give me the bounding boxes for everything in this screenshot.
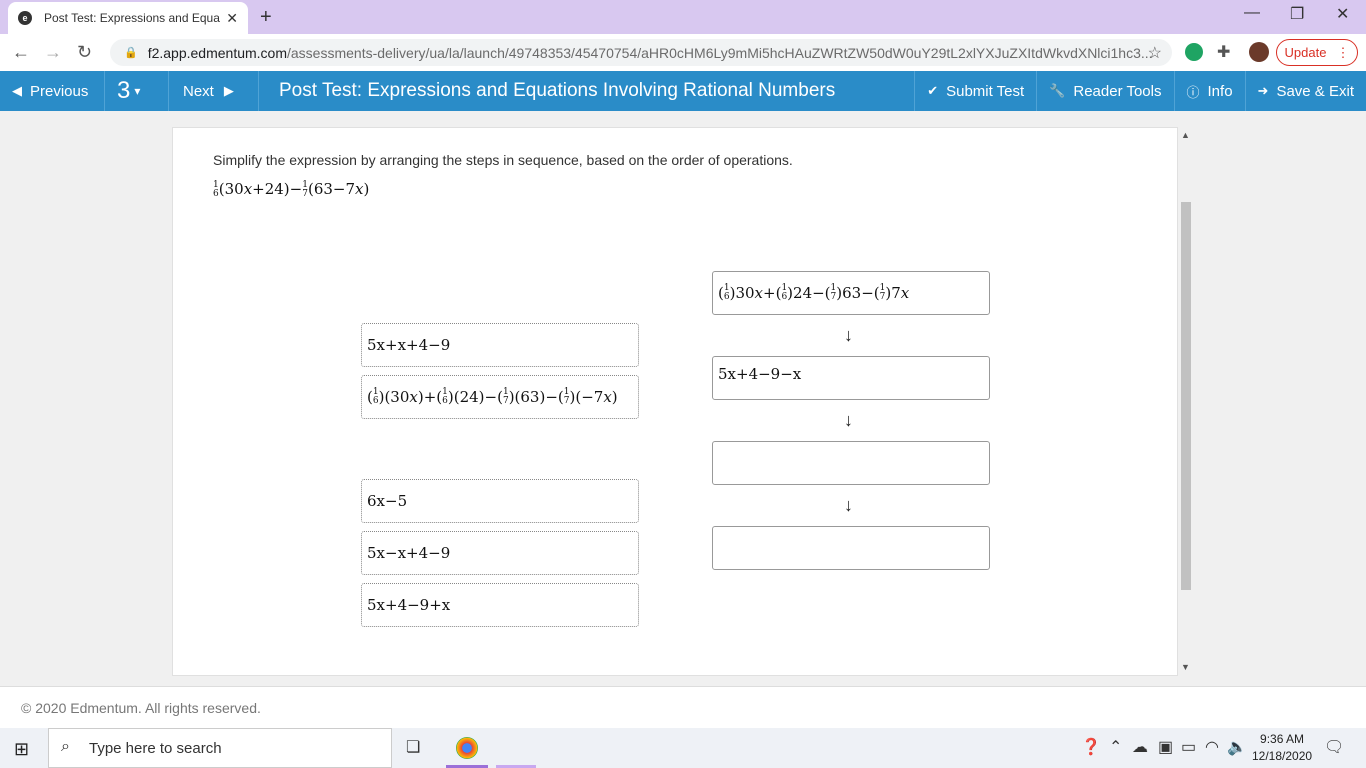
- down-arrow-icon: ↓: [844, 410, 853, 430]
- previous-label: Previous: [30, 82, 89, 100]
- url-field[interactable]: 🔒 f2.app.edmentum.com /assessments-deliv…: [110, 39, 1172, 66]
- action-center-icon[interactable]: 🗨: [1324, 737, 1344, 757]
- chevron-down-icon: ▾: [134, 84, 141, 98]
- more-menu-icon: ⋮: [1336, 44, 1350, 60]
- network-status-icon[interactable]: ☁: [1132, 737, 1148, 757]
- update-label: Update: [1284, 45, 1327, 60]
- close-window-icon[interactable]: ✕: [1336, 4, 1349, 24]
- edmentum-favicon-icon: e: [18, 11, 32, 25]
- update-button[interactable]: Update ⋮: [1276, 39, 1358, 66]
- close-tab-icon[interactable]: ✕: [226, 10, 238, 27]
- content-scrollbar[interactable]: ▲ ▼: [1178, 127, 1194, 676]
- previous-button[interactable]: ◀ Previous: [0, 71, 105, 111]
- save-exit-button[interactable]: ➜ Save & Exit: [1246, 71, 1366, 111]
- new-tab-icon[interactable]: +: [260, 6, 272, 29]
- reader-tools-button[interactable]: 🔧 Reader Tools: [1037, 71, 1175, 111]
- url-host: f2.app.edmentum.com: [147, 44, 287, 61]
- browser-tab[interactable]: e Post Test: Expressions and Equati ✕: [8, 2, 248, 34]
- minimize-icon[interactable]: —: [1244, 4, 1260, 22]
- down-arrow-icon: ↓: [844, 495, 853, 515]
- target-slot-4[interactable]: [712, 526, 990, 570]
- submit-label: Submit Test: [946, 82, 1025, 100]
- show-hidden-icons-icon[interactable]: ⌃: [1109, 737, 1122, 757]
- taskbar-search-input[interactable]: ⌕ Type here to search: [48, 728, 392, 768]
- battery-icon[interactable]: ▭: [1181, 737, 1196, 757]
- save-exit-label: Save & Exit: [1276, 82, 1354, 100]
- next-arrow-icon: ▶: [223, 83, 234, 98]
- back-icon[interactable]: ←: [12, 42, 30, 63]
- source-tile[interactable]: (1 6)(30 x)+(1 6)(24)−(1 7)(63)−(1 7)(−7 x): [361, 375, 639, 419]
- search-icon: ⌕: [61, 738, 70, 755]
- target-slot-2[interactable]: 5x+4−9−x: [712, 356, 990, 400]
- lock-icon: 🔒: [124, 47, 138, 59]
- scroll-down-icon[interactable]: ▼: [1181, 662, 1190, 672]
- copyright-text: © 2020 Edmentum. All rights reserved.: [21, 699, 261, 716]
- question-panel: Simplify the expression by arranging the…: [172, 127, 1178, 676]
- info-label: Info: [1207, 82, 1233, 100]
- windows-taskbar: ⊞ ⌕ Type here to search ❏ ❓ ⌃ ☁ ▣ ▭ ◠ 🔈 …: [0, 728, 1366, 768]
- restore-icon[interactable]: ❐: [1290, 4, 1304, 24]
- original-expression: 1 6 (30x+24)− 1 7 (63−7x): [213, 180, 370, 199]
- task-view-icon[interactable]: ❏: [406, 737, 420, 757]
- profile-avatar[interactable]: [1249, 42, 1269, 62]
- wifi-icon[interactable]: ◠: [1205, 737, 1219, 757]
- taskbar-clock[interactable]: 9:36 AM 12/18/2020: [1252, 731, 1312, 765]
- check-circle-icon: ✔: [927, 83, 939, 98]
- info-button[interactable]: ⓘ Info: [1175, 71, 1246, 111]
- assessment-toolbar: ◀ Previous 3 ▾ Next ▶ Post Test: Express…: [0, 71, 1366, 111]
- clock-time: 9:36 AM: [1260, 732, 1305, 746]
- clock-date: 12/18/2020: [1252, 749, 1313, 763]
- wrench-icon: 🔧: [1049, 83, 1066, 98]
- help-icon[interactable]: ❓: [1081, 737, 1101, 757]
- source-tile[interactable]: 6x−5: [361, 479, 639, 523]
- target-slot-3[interactable]: [712, 441, 990, 485]
- grammarly-extension-icon[interactable]: [1185, 43, 1203, 61]
- tab-title: Post Test: Expressions and Equati: [44, 11, 221, 25]
- next-button[interactable]: Next ▶: [169, 71, 259, 111]
- previous-arrow-icon: ◀: [12, 83, 22, 98]
- page-title: Post Test: Expressions and Equations Inv…: [259, 71, 915, 111]
- source-tile[interactable]: 5x+4−9+x: [361, 583, 639, 627]
- scroll-thumb[interactable]: [1181, 202, 1191, 590]
- reload-icon[interactable]: ↻: [77, 42, 92, 63]
- question-instruction: Simplify the expression by arranging the…: [213, 152, 793, 168]
- browser-tab-strip: e Post Test: Expressions and Equati ✕ + …: [0, 0, 1366, 34]
- notification-area-icon[interactable]: ▣: [1158, 737, 1173, 757]
- reader-tools-label: Reader Tools: [1073, 82, 1162, 100]
- source-tile[interactable]: 5x−x+4−9: [361, 531, 639, 575]
- volume-icon[interactable]: 🔈: [1227, 737, 1247, 757]
- windows-start-icon[interactable]: ⊞: [14, 739, 29, 760]
- forward-icon[interactable]: →: [44, 42, 62, 63]
- taskbar-search-placeholder: Type here to search: [89, 739, 222, 757]
- address-bar-row: ← → ↻ 🔒 f2.app.edmentum.com /assessments…: [0, 34, 1366, 71]
- url-path: /assessments-delivery/ua/la/launch/49748…: [287, 44, 1153, 61]
- submit-test-button[interactable]: ✔ Submit Test: [914, 71, 1038, 111]
- question-number: 3: [117, 77, 131, 104]
- source-tile[interactable]: 5x+x+4−9: [361, 323, 639, 367]
- extensions-puzzle-icon[interactable]: ✚: [1217, 42, 1230, 62]
- down-arrow-icon: ↓: [844, 325, 853, 345]
- question-selector[interactable]: 3 ▾: [105, 71, 169, 111]
- scroll-up-icon[interactable]: ▲: [1181, 130, 1190, 140]
- sign-out-icon: ➜: [1257, 83, 1269, 98]
- next-label: Next: [183, 82, 214, 100]
- chrome-taskbar-icon[interactable]: [456, 737, 478, 759]
- info-icon: ⓘ: [1186, 84, 1200, 100]
- page-footer: © 2020 Edmentum. All rights reserved.: [0, 686, 1366, 728]
- target-slot-1[interactable]: (1 6)30 x +(1 6)24−(1 7)63−(1 7)7 x: [712, 271, 990, 315]
- bookmark-star-icon[interactable]: ☆: [1148, 43, 1162, 63]
